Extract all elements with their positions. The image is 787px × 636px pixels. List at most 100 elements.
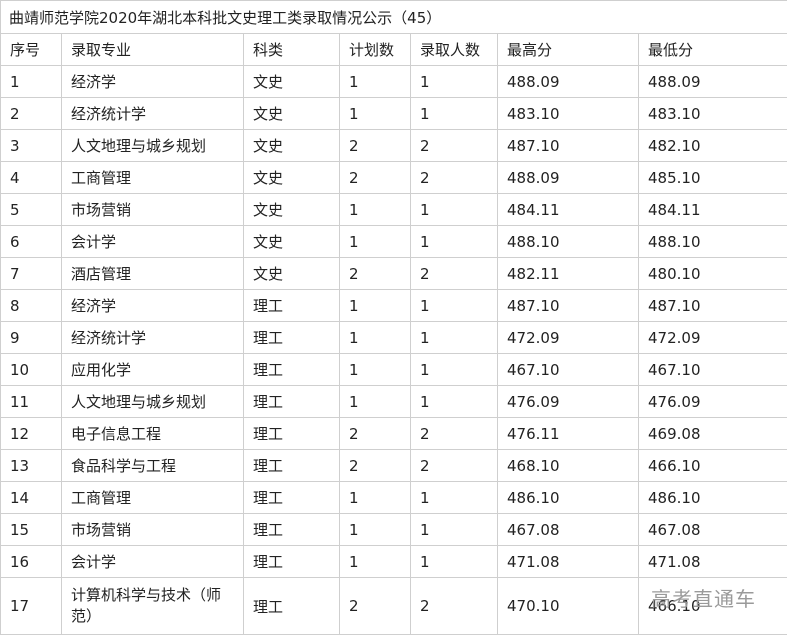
table-row: 11 人文地理与城乡规划 理工 1 1 476.09 476.09 (0, 385, 787, 418)
cell-plan: 2 (339, 449, 411, 482)
cell-index: 4 (0, 161, 62, 194)
cell-category: 理工 (243, 353, 340, 386)
cell-max-score: 488.09 (497, 65, 639, 98)
cell-admitted: 1 (410, 385, 498, 418)
cell-category: 文史 (243, 161, 340, 194)
cell-plan: 1 (339, 289, 411, 322)
cell-category: 理工 (243, 289, 340, 322)
cell-max-score: 476.09 (497, 385, 639, 418)
cell-max-score: 486.10 (497, 481, 639, 514)
cell-major: 工商管理 (61, 481, 244, 514)
cell-index: 7 (0, 257, 62, 290)
cell-max-score: 476.11 (497, 417, 639, 450)
cell-min-score: 486.10 (637, 481, 787, 514)
cell-min-score: 487.10 (637, 289, 787, 322)
table-row: 17 计算机科学与技术（师范） 理工 2 2 470.10 466.10 (0, 577, 787, 635)
cell-index: 6 (0, 225, 62, 258)
cell-admitted: 2 (410, 257, 498, 290)
cell-major: 经济学 (61, 65, 244, 98)
cell-admitted: 2 (410, 161, 498, 194)
cell-category: 理工 (243, 417, 340, 450)
cell-plan: 2 (339, 577, 411, 635)
cell-admitted: 1 (410, 513, 498, 546)
header-min-score: 最低分 (637, 33, 787, 66)
cell-admitted: 1 (410, 481, 498, 514)
cell-max-score: 472.09 (497, 321, 639, 354)
cell-plan: 1 (339, 321, 411, 354)
cell-max-score: 482.11 (497, 257, 639, 290)
cell-min-score: 467.10 (637, 353, 787, 386)
cell-admitted: 2 (410, 417, 498, 450)
cell-min-score: 466.10 (637, 449, 787, 482)
cell-min-score: 488.10 (637, 225, 787, 258)
cell-max-score: 487.10 (497, 129, 639, 162)
cell-plan: 1 (339, 385, 411, 418)
cell-admitted: 2 (410, 449, 498, 482)
cell-index: 9 (0, 321, 62, 354)
cell-admitted: 1 (410, 97, 498, 130)
cell-major: 计算机科学与技术（师范） (61, 577, 244, 635)
cell-category: 理工 (243, 481, 340, 514)
cell-index: 14 (0, 481, 62, 514)
cell-plan: 1 (339, 545, 411, 578)
cell-plan: 2 (339, 417, 411, 450)
table-row: 4 工商管理 文史 2 2 488.09 485.10 (0, 161, 787, 194)
table-row: 13 食品科学与工程 理工 2 2 468.10 466.10 (0, 449, 787, 482)
table-row: 1 经济学 文史 1 1 488.09 488.09 (0, 65, 787, 98)
cell-min-score: 466.10 (637, 577, 787, 635)
cell-admitted: 1 (410, 353, 498, 386)
cell-min-score: 472.09 (637, 321, 787, 354)
cell-category: 文史 (243, 65, 340, 98)
cell-major: 会计学 (61, 545, 244, 578)
cell-plan: 1 (339, 513, 411, 546)
cell-major: 市场营销 (61, 513, 244, 546)
cell-category: 理工 (243, 577, 340, 635)
cell-category: 文史 (243, 97, 340, 130)
cell-admitted: 1 (410, 289, 498, 322)
cell-max-score: 488.09 (497, 161, 639, 194)
cell-index: 2 (0, 97, 62, 130)
table-row: 10 应用化学 理工 1 1 467.10 467.10 (0, 353, 787, 386)
cell-min-score: 484.11 (637, 193, 787, 226)
table-row: 15 市场营销 理工 1 1 467.08 467.08 (0, 513, 787, 546)
table-row: 16 会计学 理工 1 1 471.08 471.08 (0, 545, 787, 578)
cell-min-score: 467.08 (637, 513, 787, 546)
cell-admitted: 1 (410, 193, 498, 226)
cell-category: 理工 (243, 321, 340, 354)
cell-min-score: 476.09 (637, 385, 787, 418)
table-row: 8 经济学 理工 1 1 487.10 487.10 (0, 289, 787, 322)
cell-index: 8 (0, 289, 62, 322)
table-row: 3 人文地理与城乡规划 文史 2 2 487.10 482.10 (0, 129, 787, 162)
cell-min-score: 483.10 (637, 97, 787, 130)
cell-index: 5 (0, 193, 62, 226)
cell-index: 1 (0, 65, 62, 98)
header-category: 科类 (243, 33, 340, 66)
cell-category: 文史 (243, 257, 340, 290)
cell-max-score: 467.10 (497, 353, 639, 386)
cell-major: 人文地理与城乡规划 (61, 385, 244, 418)
cell-plan: 2 (339, 129, 411, 162)
cell-major: 食品科学与工程 (61, 449, 244, 482)
header-index: 序号 (0, 33, 62, 66)
cell-index: 16 (0, 545, 62, 578)
cell-major: 应用化学 (61, 353, 244, 386)
cell-plan: 1 (339, 193, 411, 226)
cell-admitted: 1 (410, 225, 498, 258)
cell-index: 15 (0, 513, 62, 546)
cell-category: 理工 (243, 545, 340, 578)
cell-plan: 1 (339, 225, 411, 258)
cell-category: 文史 (243, 193, 340, 226)
cell-major: 电子信息工程 (61, 417, 244, 450)
cell-plan: 2 (339, 161, 411, 194)
cell-index: 12 (0, 417, 62, 450)
cell-index: 11 (0, 385, 62, 418)
cell-major: 经济学 (61, 289, 244, 322)
cell-major: 工商管理 (61, 161, 244, 194)
cell-min-score: 488.09 (637, 65, 787, 98)
cell-max-score: 483.10 (497, 97, 639, 130)
cell-max-score: 487.10 (497, 289, 639, 322)
cell-max-score: 467.08 (497, 513, 639, 546)
cell-plan: 1 (339, 65, 411, 98)
cell-max-score: 488.10 (497, 225, 639, 258)
header-plan: 计划数 (339, 33, 411, 66)
